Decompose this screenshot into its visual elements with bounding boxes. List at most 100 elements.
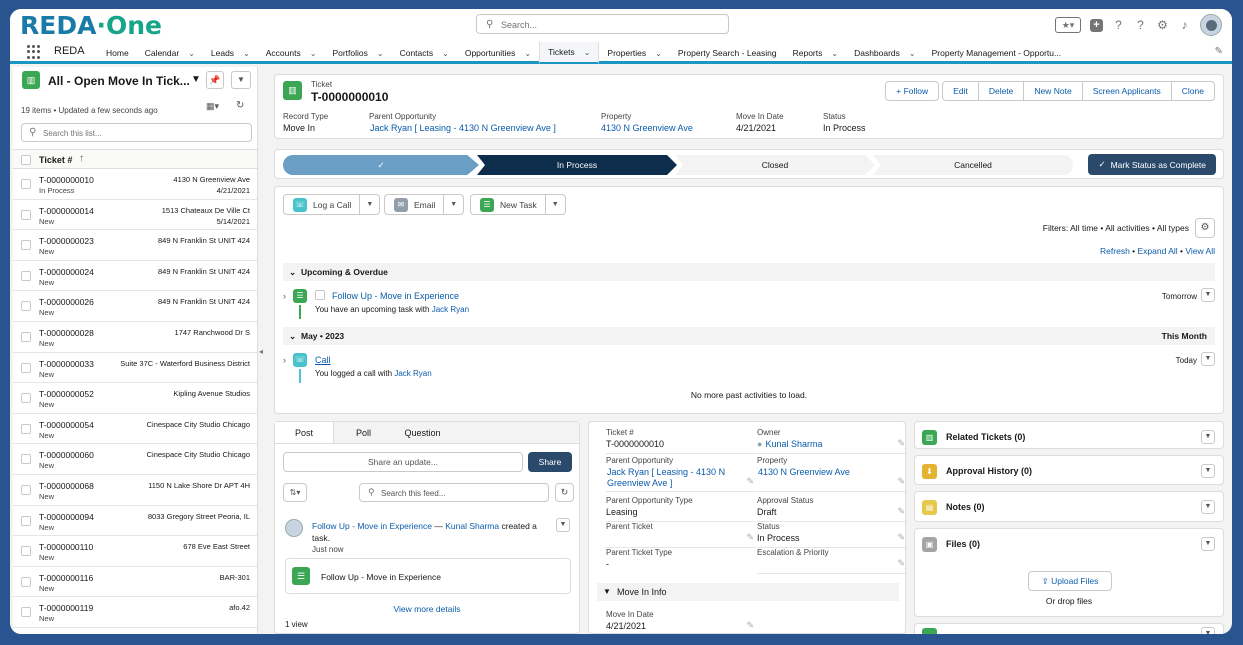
nav-tab-property-management[interactable]: Property Management - Opportu... <box>924 42 1069 64</box>
task-actions-dropdown[interactable]: ▼ <box>1201 288 1215 302</box>
task-title-link[interactable]: Follow Up - Move in Experience <box>332 291 459 301</box>
list-item[interactable]: T-0000000010 In Process 4130 N Greenview A… <box>13 169 257 200</box>
user-avatar[interactable] <box>285 519 303 537</box>
caret-down-icon[interactable]: ▼ <box>191 74 201 85</box>
share-update-input[interactable]: Share an update... <box>283 452 523 472</box>
post-user-link[interactable]: Kunal Sharma <box>445 521 499 531</box>
owner-link[interactable]: Kunal Sharma <box>765 439 822 449</box>
chevron-down-icon[interactable]: ⌄ <box>310 49 317 58</box>
list-item[interactable]: T-0000000026 New 849 N Franklin St UNIT 42… <box>13 291 257 322</box>
nav-tab-properties[interactable]: Properties ⌄ <box>599 42 669 64</box>
ticket-number[interactable]: T-0000000028 <box>39 328 94 338</box>
pin-icon[interactable]: 📌 <box>206 71 224 89</box>
global-search-input[interactable]: ⚲ Search... <box>476 14 729 34</box>
upload-files-button[interactable]: ⇪ Upload Files <box>1028 571 1112 591</box>
parent-opportunity-link[interactable]: Jack Ryan [ Leasing - 4130 N Greenview A… <box>369 123 556 133</box>
expand-all-link[interactable]: Expand All <box>1138 246 1178 256</box>
nav-tab-property-search-leasing[interactable]: Property Search - Leasing <box>670 42 785 64</box>
clone-button[interactable]: Clone <box>1170 81 1215 101</box>
edit-pencil-icon[interactable]: ✎ <box>897 506 905 517</box>
post-task-card[interactable]: ☰ Follow Up - Move in Experience <box>285 558 571 594</box>
list-item[interactable]: T-0000000119 New afo.42 <box>13 597 257 628</box>
guidance-icon[interactable]: ? <box>1134 18 1147 32</box>
list-controls-dropdown[interactable]: ▼ <box>231 71 251 89</box>
mark-status-complete-button[interactable]: ✓ Mark Status as Complete <box>1088 154 1216 175</box>
chevron-right-icon[interactable]: › <box>283 355 286 365</box>
list-search-input[interactable]: ⚲ Search this list... <box>21 123 252 142</box>
log-a-call-button[interactable]: ☏ Log a Call ▼ <box>283 194 381 215</box>
nav-tab-reports[interactable]: Reports ⌄ <box>785 42 846 64</box>
property-link[interactable]: 4130 N Greenview Ave <box>757 467 907 478</box>
ticket-number[interactable]: T-0000000014 <box>39 206 94 216</box>
path-stage-new-complete[interactable]: ✓ <box>283 155 479 175</box>
nav-tab-dashboards[interactable]: Dashboards ⌄ <box>846 42 924 64</box>
ticket-number[interactable]: T-0000000094 <box>39 512 94 522</box>
nav-tab-tickets[interactable]: Tickets ⌄ <box>539 42 600 64</box>
list-view-title[interactable]: All - Open Move In Tick... <box>48 74 190 88</box>
card-actions-dropdown[interactable]: ▼ <box>1201 627 1215 634</box>
nav-tab-accounts[interactable]: Accounts ⌄ <box>258 42 325 64</box>
view-more-details-link[interactable]: View more details <box>275 604 579 614</box>
edit-pencil-icon[interactable]: ✎ <box>897 532 905 543</box>
files-title[interactable]: Files (0) <box>946 539 980 549</box>
chevron-down-icon[interactable]: ▼ <box>443 195 463 214</box>
nav-tab-contacts[interactable]: Contacts ⌄ <box>392 42 457 64</box>
card-actions-dropdown[interactable]: ▼ <box>1201 464 1215 478</box>
chevron-right-icon[interactable]: › <box>283 291 286 301</box>
list-item[interactable]: T-0000000052 New Kipling Avenue Studios <box>13 383 257 414</box>
card-actions-dropdown[interactable]: ▼ <box>1201 430 1215 444</box>
follow-button[interactable]: + Follow <box>885 81 940 101</box>
nav-tab-opportunities[interactable]: Opportunities ⌄ <box>457 42 539 64</box>
list-item[interactable]: T-0000000110 New 678 Eve East Street <box>13 536 257 567</box>
chevron-down-icon[interactable]: ▼ <box>544 195 565 214</box>
card-actions-dropdown[interactable]: ▼ <box>1201 500 1215 514</box>
list-item[interactable]: T-0000000094 New 8033 Gregory Street Peori… <box>13 506 257 537</box>
call-actions-dropdown[interactable]: ▼ <box>1201 352 1215 366</box>
filter-settings-gear-icon[interactable]: ⚙ <box>1195 218 1215 238</box>
approval-history-title[interactable]: Approval History (0) <box>946 466 1032 476</box>
edit-pencil-icon[interactable]: ✎ <box>746 532 754 543</box>
select-all-checkbox[interactable] <box>21 155 31 165</box>
upcoming-overdue-section[interactable]: ⌄ Upcoming & Overdue <box>283 263 1215 281</box>
chevron-down-icon[interactable]: ⌄ <box>188 49 195 58</box>
tab-post[interactable]: Post <box>275 422 334 443</box>
ticket-number[interactable]: T-0000000052 <box>39 389 94 399</box>
refresh-feed-icon[interactable]: ↻ <box>555 483 574 502</box>
row-checkbox[interactable] <box>21 454 31 465</box>
reda-one-logo[interactable]: REDA·One <box>20 11 162 40</box>
path-stage-in-process[interactable]: In Process <box>477 155 677 175</box>
chevron-down-icon[interactable]: ⌄ <box>243 49 250 58</box>
related-tickets-title[interactable]: Related Tickets (0) <box>946 432 1025 442</box>
call-title-link[interactable]: Call <box>315 355 331 365</box>
task-complete-checkbox[interactable] <box>315 290 325 300</box>
row-checkbox[interactable] <box>21 393 31 404</box>
row-checkbox[interactable] <box>21 515 31 526</box>
ticket-number[interactable]: T-0000000033 <box>39 359 94 369</box>
help-icon[interactable]: ? <box>1112 18 1125 32</box>
new-task-button[interactable]: ☰ New Task ▼ <box>470 194 566 215</box>
refresh-link[interactable]: Refresh <box>1100 246 1130 256</box>
sort-feed-icon[interactable]: ⇅▾ <box>283 483 307 502</box>
task-contact-link[interactable]: Jack Ryan <box>432 305 469 314</box>
row-checkbox[interactable] <box>21 179 31 189</box>
chevron-down-icon[interactable]: ⌄ <box>524 49 531 58</box>
row-checkbox[interactable] <box>21 423 31 434</box>
path-stage-closed[interactable]: Closed <box>675 155 875 175</box>
nav-tab-calendar[interactable]: Calendar ⌄ <box>137 42 203 64</box>
favorites-icon[interactable]: ★▾ <box>1055 17 1081 33</box>
edit-pencil-icon[interactable]: ✎ <box>897 438 905 449</box>
card-actions-dropdown[interactable]: ▼ <box>1201 537 1215 551</box>
edit-nav-pencil-icon[interactable]: ✎ <box>1215 46 1223 57</box>
ticket-number[interactable]: T-0000000024 <box>39 267 94 277</box>
chevron-down-icon[interactable]: ⌄ <box>655 49 662 58</box>
tab-question[interactable]: Question <box>393 422 452 443</box>
edit-pencil-icon[interactable]: ✎ <box>897 558 905 569</box>
ticket-number[interactable]: T-0000000026 <box>39 297 94 307</box>
display-as-icon[interactable]: ▦▾ <box>206 101 219 112</box>
post-task-link[interactable]: Follow Up - Move in Experience <box>312 521 432 531</box>
edit-pencil-icon[interactable]: ✎ <box>746 476 754 487</box>
call-contact-link[interactable]: Jack Ryan <box>394 369 431 378</box>
ticket-number[interactable]: T-0000000023 <box>39 236 94 246</box>
path-stage-cancelled[interactable]: Cancelled <box>873 155 1073 175</box>
add-icon[interactable]: + <box>1090 18 1103 32</box>
